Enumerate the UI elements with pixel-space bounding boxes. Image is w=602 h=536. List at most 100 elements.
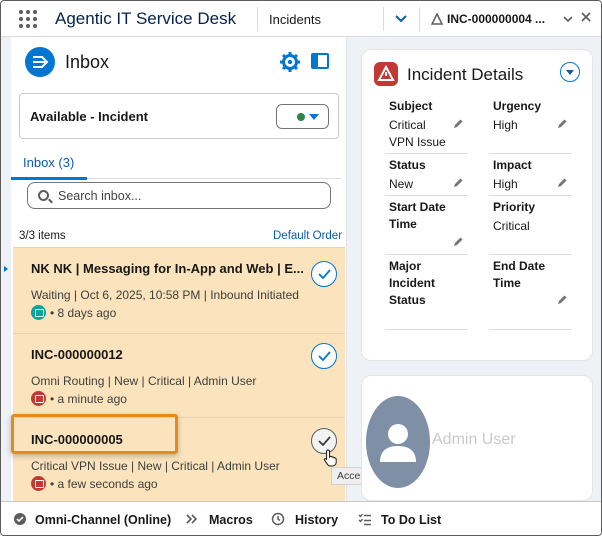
tab-active-indicator <box>11 177 87 180</box>
tab-inbox[interactable]: Inbox (3) <box>23 155 74 170</box>
impact-label: Impact <box>493 158 532 172</box>
utility-macros[interactable]: Macros <box>209 513 253 527</box>
edit-start-date-icon[interactable] <box>452 236 464 248</box>
urgency-value: High <box>493 118 518 132</box>
work-item-time: • 8 days ago <box>31 305 116 320</box>
inbox-icon <box>25 47 55 77</box>
search-icon <box>38 190 49 201</box>
field-divider <box>385 153 468 154</box>
field-divider <box>385 329 468 330</box>
start-date-label-cont: Time <box>389 217 417 231</box>
items-count: 3/3 items <box>19 230 66 242</box>
search-box <box>27 182 331 209</box>
status-label: Status <box>389 158 426 172</box>
work-item[interactable]: NK NK | Messaging for In-App and Web | E… <box>13 247 345 333</box>
hand-cursor-icon <box>323 449 337 467</box>
chevron-down-icon[interactable] <box>395 12 407 26</box>
work-item-time: • a few seconds ago <box>31 476 158 491</box>
field-divider <box>489 195 572 196</box>
edit-status-icon[interactable] <box>452 177 464 189</box>
work-item-title: INC-000000012 <box>31 347 123 362</box>
accept-button[interactable] <box>311 261 337 287</box>
workspace-tab-label: INC-000000004 ... <box>447 12 546 26</box>
divider <box>257 7 258 31</box>
nav-tab-incidents[interactable]: Incidents <box>269 12 321 27</box>
app-title: Agentic IT Service Desk <box>55 9 237 28</box>
work-item-detail: Critical VPN Issue | New | Critical | Ad… <box>31 459 280 473</box>
presence-status-label: Available - Incident <box>30 109 148 124</box>
field-divider <box>385 195 468 196</box>
gear-icon[interactable] <box>279 51 301 73</box>
end-date-label-cont: Time <box>493 276 521 290</box>
details-menu-button[interactable] <box>560 62 580 82</box>
incident-details-title: Incident Details <box>407 65 524 84</box>
subject-value: Critical <box>389 118 426 132</box>
major-incident-label-cont: Status <box>389 293 426 307</box>
search-input[interactable] <box>56 186 316 206</box>
utility-omni-channel[interactable]: Omni-Channel (Online) <box>35 513 171 527</box>
end-date-label: End Date <box>493 259 546 273</box>
subject-label: Subject <box>389 99 433 113</box>
work-item[interactable]: INC-000000012 Omni Routing | New | Criti… <box>13 333 345 417</box>
utility-todo-list[interactable]: To Do List <box>381 513 441 527</box>
edit-end-date-icon[interactable] <box>556 294 568 306</box>
user-silhouette-icon <box>380 424 416 462</box>
user-card: Admin User <box>361 375 593 501</box>
work-item-time-label: • a few seconds ago <box>50 477 158 491</box>
inbox-title: Inbox <box>65 52 110 72</box>
highlight-box <box>11 414 178 454</box>
macros-icon <box>186 514 198 524</box>
panel-toggle-icon[interactable] <box>311 53 329 69</box>
urgency-label: Urgency <box>493 99 542 113</box>
utility-bar: Omni-Channel (Online) Macros History To … <box>1 501 601 535</box>
avatar <box>366 396 430 488</box>
divider <box>383 7 384 31</box>
incident-icon <box>31 391 46 406</box>
app-window: Agentic IT Service Desk Incidents INC-00… <box>0 0 602 536</box>
presence-status-dropdown[interactable] <box>276 104 329 129</box>
major-incident-label-cont: Incident <box>389 276 436 290</box>
work-item-time-label: • a minute ago <box>50 392 127 406</box>
omni-channel-icon <box>14 513 26 525</box>
priority-value: Critical <box>493 219 530 233</box>
accept-button[interactable] <box>311 343 337 369</box>
start-date-label: Start Date <box>389 200 446 214</box>
priority-label: Priority <box>493 200 536 214</box>
history-icon <box>271 512 285 526</box>
utility-history[interactable]: History <box>295 513 338 527</box>
app-launcher-icon[interactable] <box>19 10 39 28</box>
work-item-detail: Waiting | Oct 6, 2025, 10:58 PM | Inboun… <box>31 288 299 302</box>
field-divider <box>489 153 572 154</box>
edit-impact-icon[interactable] <box>556 177 568 189</box>
messaging-icon <box>31 305 46 320</box>
divider <box>419 7 420 31</box>
incident-icon <box>431 13 443 25</box>
work-item-title: NK NK | Messaging for In-App and Web | E… <box>31 261 304 276</box>
top-nav: Agentic IT Service Desk Incidents INC-00… <box>1 1 601 37</box>
presence-status-card: Available - Incident <box>19 93 339 139</box>
field-divider <box>489 254 572 255</box>
major-incident-label: Major <box>389 259 422 273</box>
incident-details-card: Incident Details Subject Critical VPN Is… <box>361 49 593 361</box>
edit-urgency-icon[interactable] <box>556 118 568 130</box>
selection-marker <box>4 266 8 272</box>
status-value: New <box>389 177 414 191</box>
edit-subject-icon[interactable] <box>452 118 464 130</box>
close-tab-icon[interactable] <box>581 10 591 25</box>
caret-down-icon <box>309 114 319 120</box>
incident-icon <box>31 476 46 491</box>
impact-value: High <box>493 177 518 191</box>
workspace-tab-chevron-icon[interactable] <box>563 11 573 26</box>
todo-list-icon <box>358 513 371 526</box>
field-divider <box>385 254 468 255</box>
incident-icon <box>374 62 398 86</box>
workspace-tab[interactable]: INC-000000004 ... <box>431 12 545 26</box>
work-item-detail: Omni Routing | New | Critical | Admin Us… <box>31 374 257 388</box>
field-divider <box>489 329 572 330</box>
subject-value-cont: VPN Issue <box>389 135 446 149</box>
default-order-link[interactable]: Default Order <box>273 230 342 242</box>
user-name: Admin User <box>432 431 516 448</box>
work-item-time: • a minute ago <box>31 391 127 406</box>
online-status-dot <box>297 113 305 121</box>
work-item-time-label: • 8 days ago <box>50 306 117 320</box>
